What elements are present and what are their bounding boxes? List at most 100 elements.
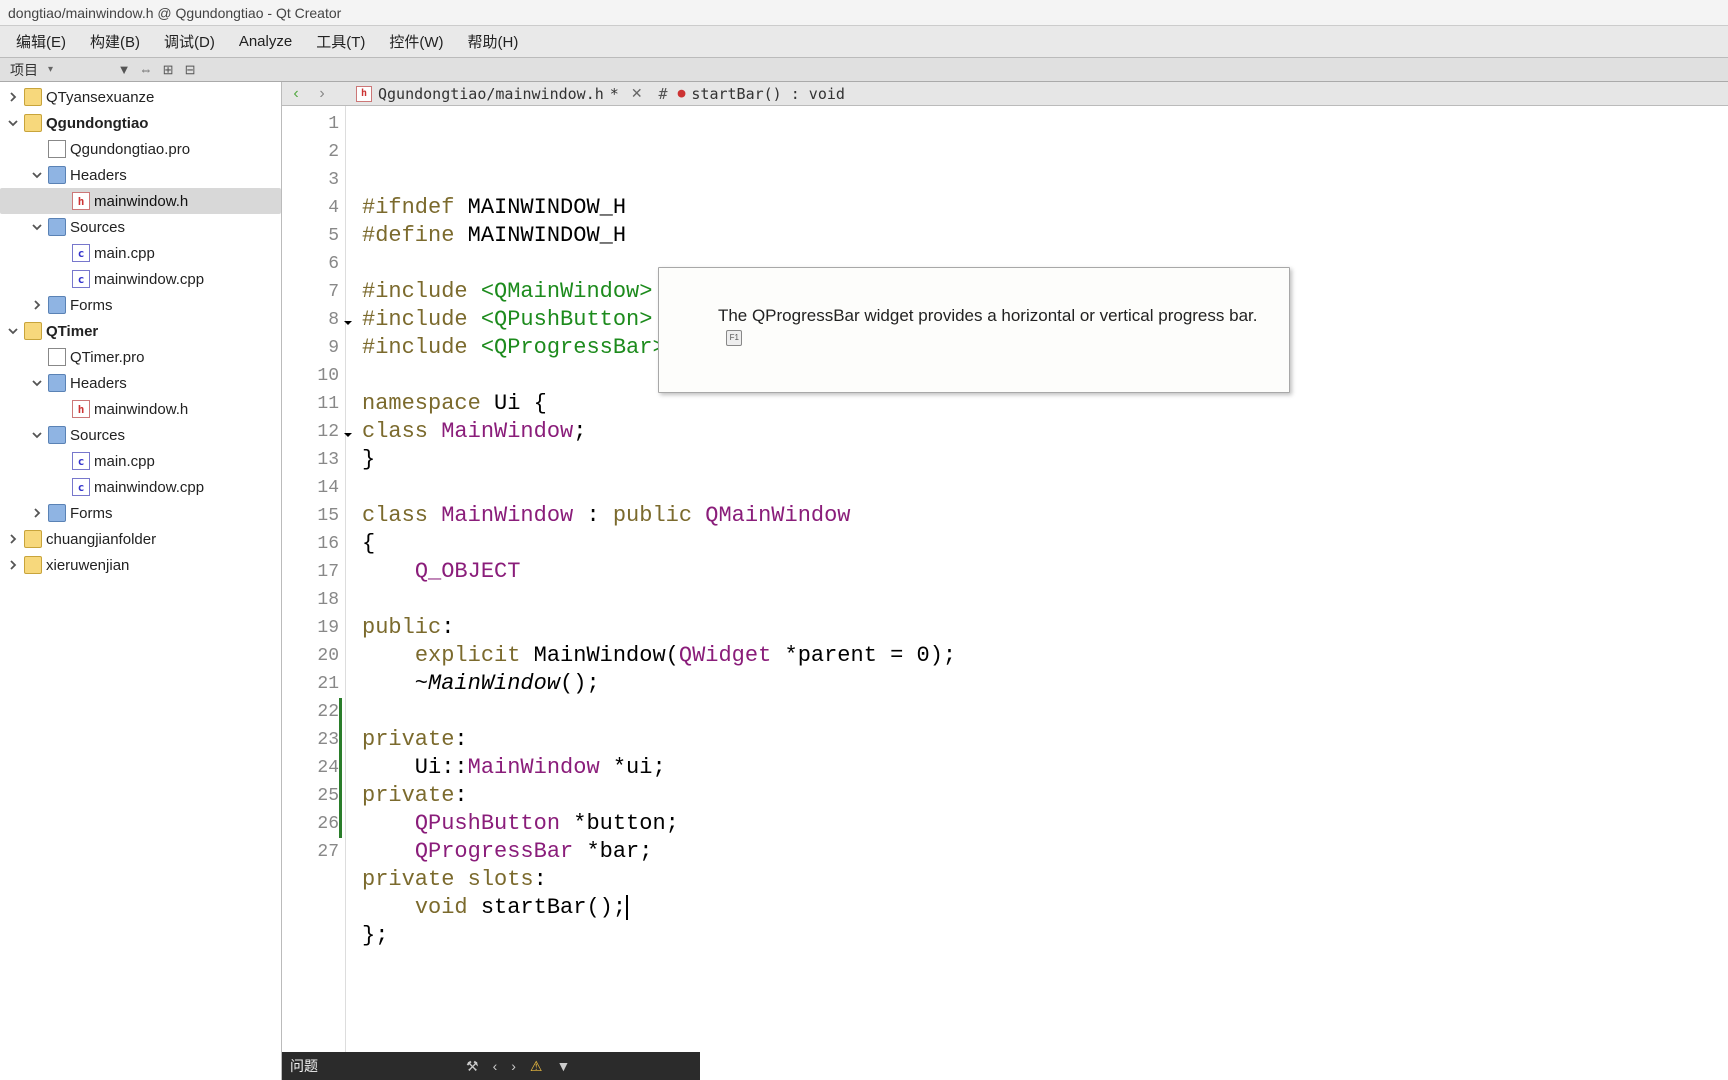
code-line[interactable]: class MainWindow; xyxy=(362,418,1728,446)
line-number[interactable]: 3 xyxy=(282,166,339,194)
line-number[interactable]: 17 xyxy=(282,558,339,586)
code-line[interactable]: namespace Ui { xyxy=(362,390,1728,418)
code-line[interactable]: }; xyxy=(362,922,1728,950)
filter-icon[interactable]: ▼ xyxy=(113,59,135,81)
chevron-right-icon[interactable] xyxy=(8,560,24,570)
line-number[interactable]: 14 xyxy=(282,474,339,502)
tree-row[interactable]: Headers xyxy=(0,162,281,188)
menu-item[interactable]: 编辑(E) xyxy=(4,25,78,58)
line-number[interactable]: 15 xyxy=(282,502,339,530)
tree-row[interactable]: hmainwindow.h xyxy=(0,396,281,422)
line-number[interactable]: 11 xyxy=(282,390,339,418)
close-file-button[interactable]: ✕ xyxy=(625,85,649,102)
line-number[interactable]: 16 xyxy=(282,530,339,558)
chevron-right-icon[interactable] xyxy=(8,92,24,102)
code-line[interactable]: } xyxy=(362,446,1728,474)
tree-row[interactable]: Headers xyxy=(0,370,281,396)
tree-row[interactable]: Qgundongtiao.pro xyxy=(0,136,281,162)
code-line[interactable]: #ifndef MAINWINDOW_H xyxy=(362,194,1728,222)
chevron-down-icon[interactable] xyxy=(32,378,48,388)
tree-row[interactable]: cmain.cpp xyxy=(0,448,281,474)
line-number[interactable]: 24 xyxy=(282,754,339,782)
chevron-down-icon[interactable] xyxy=(32,430,48,440)
chevron-down-icon[interactable] xyxy=(8,326,24,336)
issues-bar[interactable]: 问题 ⚒ ‹ › ⚠ ▼ xyxy=(282,1052,700,1080)
open-file-path[interactable]: Qgundongtiao/mainwindow.h xyxy=(378,85,604,103)
tree-row[interactable]: xieruwenjian xyxy=(0,552,281,578)
line-number[interactable]: 7 xyxy=(282,278,339,306)
line-number[interactable]: 25 xyxy=(282,782,339,810)
menu-item[interactable]: 构建(B) xyxy=(78,25,152,58)
chevron-down-icon[interactable] xyxy=(32,170,48,180)
project-tree[interactable]: QTyansexuanzeQgundongtiaoQgundongtiao.pr… xyxy=(0,82,282,1080)
line-number[interactable]: 9 xyxy=(282,334,339,362)
code-line[interactable]: QPushButton *button; xyxy=(362,810,1728,838)
filter-issues-icon[interactable]: ▼ xyxy=(556,1058,570,1074)
code-body[interactable]: #ifndef MAINWINDOW_H#define MAINWINDOW_H… xyxy=(346,106,1728,1080)
code-line[interactable] xyxy=(362,474,1728,502)
line-number[interactable]: 13 xyxy=(282,446,339,474)
line-number[interactable]: 27 xyxy=(282,838,339,866)
tree-row[interactable]: cmainwindow.cpp xyxy=(0,266,281,292)
nav-forward-button[interactable]: › xyxy=(312,85,332,103)
nav-back-button[interactable]: ‹ xyxy=(286,85,306,103)
tree-row[interactable]: chuangjianfolder xyxy=(0,526,281,552)
line-number[interactable]: 1 xyxy=(282,110,339,138)
code-line[interactable]: class MainWindow : public QMainWindow xyxy=(362,502,1728,530)
line-number[interactable]: 4 xyxy=(282,194,339,222)
line-number[interactable]: 21 xyxy=(282,670,339,698)
code-line[interactable]: private: xyxy=(362,726,1728,754)
line-number[interactable]: 6 xyxy=(282,250,339,278)
line-number[interactable]: 8 xyxy=(282,306,339,334)
chevron-down-icon[interactable] xyxy=(32,222,48,232)
split-icon[interactable]: ⊞ xyxy=(157,59,179,81)
code-line[interactable]: ~MainWindow(); xyxy=(362,670,1728,698)
chevron-right-icon[interactable] xyxy=(32,300,48,310)
line-number[interactable]: 12 xyxy=(282,418,339,446)
chevron-down-icon[interactable]: ▾ xyxy=(48,64,113,75)
code-editor[interactable]: 1234567891011121314151617181920212223242… xyxy=(282,106,1728,1080)
menu-item[interactable]: Analyze xyxy=(227,27,304,56)
menu-item[interactable]: 帮助(H) xyxy=(456,25,531,58)
line-number[interactable]: 23 xyxy=(282,726,339,754)
tree-row[interactable]: Forms xyxy=(0,500,281,526)
code-line[interactable]: void startBar(); xyxy=(362,894,1728,922)
code-line[interactable]: Ui::MainWindow *ui; xyxy=(362,754,1728,782)
tree-row[interactable]: Forms xyxy=(0,292,281,318)
menu-item[interactable]: 控件(W) xyxy=(377,25,455,58)
link-icon[interactable]: ⇔ xyxy=(135,59,157,81)
build-icon[interactable]: ⚒ xyxy=(466,1058,479,1075)
code-line[interactable]: QProgressBar *bar; xyxy=(362,838,1728,866)
close-icon[interactable]: ⊟ xyxy=(179,59,201,81)
project-label[interactable]: 项目 xyxy=(0,58,48,82)
line-number[interactable]: 5 xyxy=(282,222,339,250)
tree-row[interactable]: Sources xyxy=(0,422,281,448)
line-number[interactable]: 2 xyxy=(282,138,339,166)
line-number[interactable]: 18 xyxy=(282,586,339,614)
menu-item[interactable]: 调试(D) xyxy=(152,25,227,58)
code-line[interactable]: { xyxy=(362,530,1728,558)
code-line[interactable] xyxy=(362,586,1728,614)
chevron-right-icon[interactable] xyxy=(32,508,48,518)
tree-row[interactable]: Sources xyxy=(0,214,281,240)
next-issue-button[interactable]: › xyxy=(511,1058,516,1074)
tree-row[interactable]: QTimer xyxy=(0,318,281,344)
line-number[interactable]: 19 xyxy=(282,614,339,642)
code-line[interactable]: public: xyxy=(362,614,1728,642)
line-number[interactable]: 26 xyxy=(282,810,339,838)
warning-icon[interactable]: ⚠ xyxy=(530,1058,543,1075)
code-line[interactable]: Q_OBJECT xyxy=(362,558,1728,586)
line-number[interactable]: 10 xyxy=(282,362,339,390)
chevron-down-icon[interactable] xyxy=(8,118,24,128)
prev-issue-button[interactable]: ‹ xyxy=(493,1058,498,1074)
code-line[interactable]: #define MAINWINDOW_H xyxy=(362,222,1728,250)
code-line[interactable]: explicit MainWindow(QWidget *parent = 0)… xyxy=(362,642,1728,670)
symbol-breadcrumb[interactable]: startBar() : void xyxy=(691,85,845,103)
tree-row[interactable]: Qgundongtiao xyxy=(0,110,281,136)
line-number[interactable]: 20 xyxy=(282,642,339,670)
line-number[interactable]: 22 xyxy=(282,698,339,726)
code-line[interactable]: private: xyxy=(362,782,1728,810)
tree-row[interactable]: QTimer.pro xyxy=(0,344,281,370)
menu-item[interactable]: 工具(T) xyxy=(304,25,377,58)
tree-row[interactable]: cmain.cpp xyxy=(0,240,281,266)
